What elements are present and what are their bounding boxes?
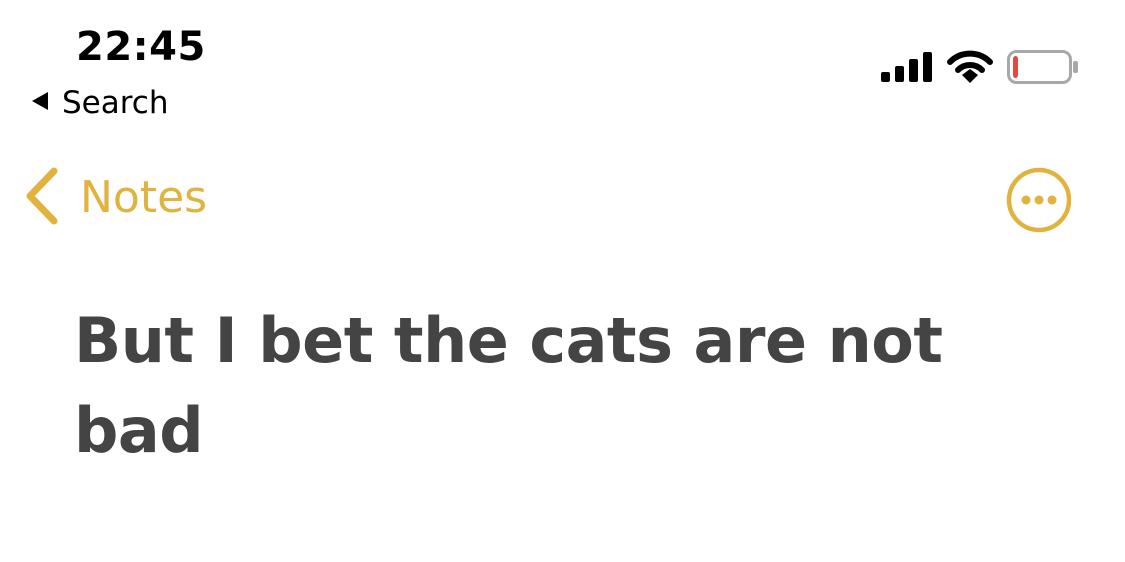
ellipsis-circle-icon (1006, 167, 1072, 237)
battery-level-fill (1013, 56, 1018, 78)
notes-back-label: Notes (80, 172, 208, 223)
chevron-left-icon (24, 167, 60, 229)
status-icons (881, 50, 1079, 88)
back-to-search-button[interactable]: Search (30, 84, 169, 122)
note-body-text[interactable]: But I bet the cats are not bad (74, 296, 1064, 476)
back-to-search-label: Search (62, 85, 169, 121)
status-time: 22:45 (76, 24, 206, 70)
cellular-signal-icon (881, 52, 933, 86)
more-options-button[interactable] (1006, 167, 1072, 233)
back-triangle-icon (30, 90, 50, 116)
battery-icon (1007, 50, 1079, 88)
notes-back-button[interactable]: Notes (24, 167, 208, 229)
wifi-icon (947, 50, 993, 88)
